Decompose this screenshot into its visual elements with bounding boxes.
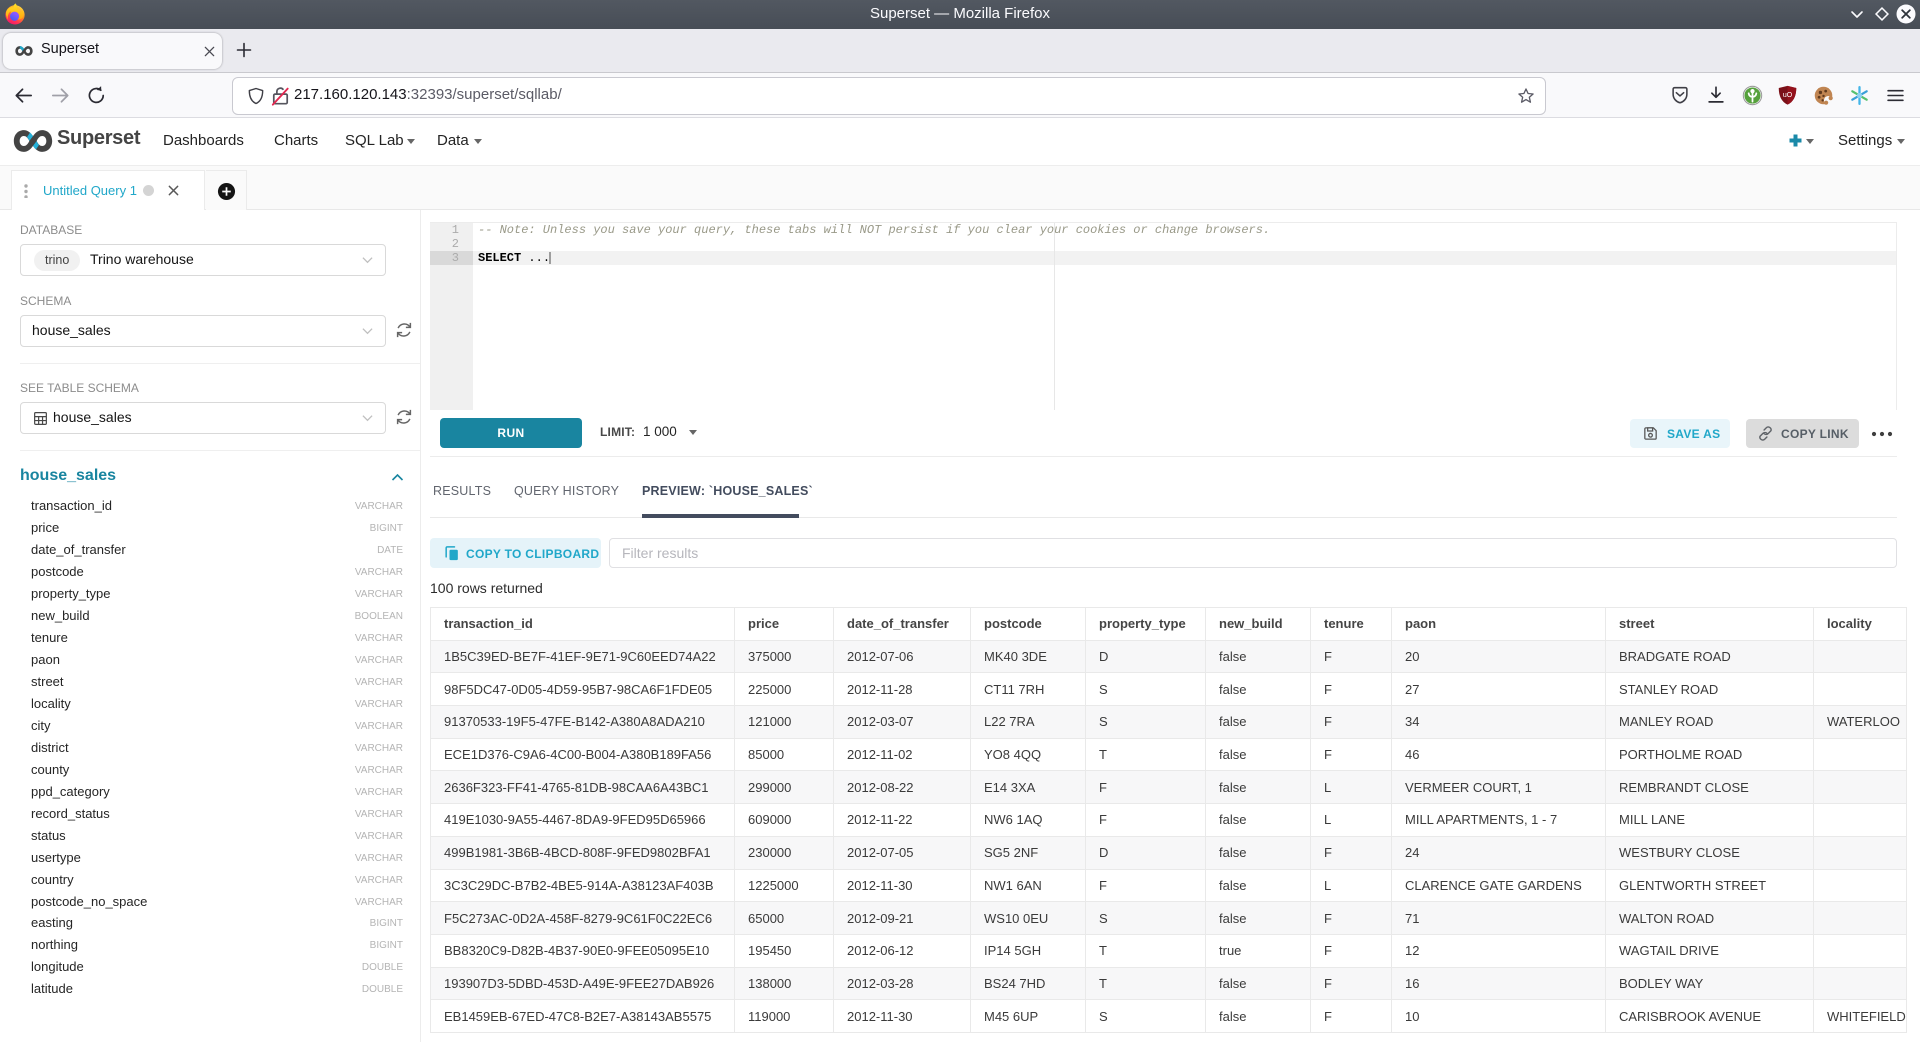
svg-text:uO: uO: [1783, 92, 1793, 99]
